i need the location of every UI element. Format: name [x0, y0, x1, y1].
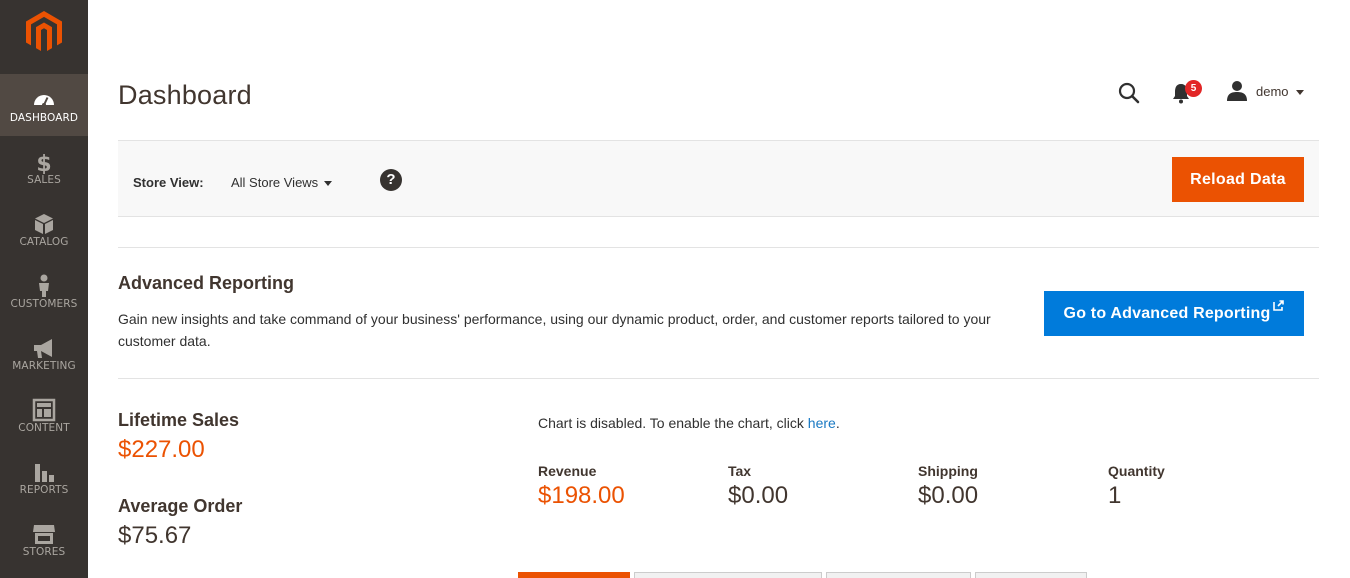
dollar-icon: $ — [36, 152, 51, 174]
average-order-value: $75.67 — [118, 522, 192, 549]
search-icon[interactable] — [1117, 81, 1141, 105]
sidebar-item-label: SALES — [27, 174, 61, 186]
section-divider — [118, 378, 1319, 379]
chevron-down-icon[interactable] — [324, 181, 332, 186]
quantity-label: Quantity — [1108, 463, 1165, 479]
magento-logo-icon[interactable] — [26, 11, 62, 53]
dashboard-icon — [34, 95, 54, 107]
user-icon[interactable] — [1226, 80, 1248, 102]
chart-notice-suffix: . — [835, 415, 840, 431]
page-title: Dashboard — [118, 80, 252, 110]
box-icon — [35, 214, 53, 234]
sidebar-item-marketing[interactable]: MARKETING — [0, 322, 88, 384]
lifetime-sales-value: $227.00 — [118, 436, 205, 463]
person-icon — [39, 274, 49, 297]
shipping-value: $0.00 — [918, 482, 979, 509]
lifetime-sales-label: Lifetime Sales — [118, 410, 240, 430]
sidebar-item-label: DASHBOARD — [9, 112, 79, 124]
revenue-value: $198.00 — [538, 482, 625, 509]
chevron-down-icon[interactable] — [1296, 90, 1304, 95]
tax-label: Tax — [728, 463, 752, 479]
dashboard-tab[interactable] — [826, 572, 971, 578]
store-view-toolbar: Store View: All Store Views ? Reload Dat… — [118, 140, 1319, 217]
sidebar-item-sales[interactable]: $ SALES — [0, 136, 88, 198]
sidebar-item-reports[interactable]: REPORTS — [0, 446, 88, 508]
chart-disabled-notice: Chart is disabled. To enable the chart, … — [538, 415, 840, 431]
quantity-value: 1 — [1108, 482, 1122, 509]
svg-text:$: $ — [36, 152, 51, 174]
sidebar-item-customers[interactable]: CUSTOMERS — [0, 260, 88, 322]
sidebar-item-label: CONTENT — [18, 422, 70, 434]
sidebar-item-label: REPORTS — [19, 484, 69, 496]
revenue-label: Revenue — [538, 463, 597, 479]
help-icon[interactable]: ? — [380, 169, 402, 191]
sidebar-item-catalog[interactable]: CATALOG — [0, 198, 88, 260]
store-view-switcher[interactable]: All Store Views — [231, 175, 318, 190]
chart-notice-text: Chart is disabled. To enable the chart, … — [538, 415, 808, 431]
tax-value: $0.00 — [728, 482, 789, 509]
bar-chart-icon — [35, 464, 54, 482]
sidebar-item-stores[interactable]: STORES — [0, 508, 88, 570]
external-link-icon — [1273, 300, 1285, 311]
section-divider — [118, 247, 1319, 248]
advanced-reporting-title: Advanced Reporting — [118, 273, 295, 293]
enable-chart-link[interactable]: here — [808, 415, 836, 431]
sidebar-item-label: STORES — [22, 546, 66, 558]
dashboard-tab[interactable] — [975, 572, 1087, 578]
storefront-icon — [33, 525, 55, 544]
admin-sidebar: DASHBOARD $ SALES CATALOG CUSTOMERS MARK… — [0, 0, 88, 578]
dashboard-tab[interactable] — [634, 572, 822, 578]
notification-count-badge[interactable]: 5 — [1185, 80, 1202, 97]
go-to-advanced-reporting-button[interactable]: Go to Advanced Reporting — [1044, 291, 1304, 336]
layout-icon — [32, 398, 56, 422]
admin-user-menu[interactable]: demo — [1256, 84, 1289, 99]
button-label: Go to Advanced Reporting — [1063, 305, 1271, 322]
shipping-label: Shipping — [918, 463, 978, 479]
average-order-label: Average Order — [118, 496, 243, 516]
sidebar-item-dashboard[interactable]: DASHBOARD — [0, 74, 88, 136]
advanced-reporting-description: Gain new insights and take command of yo… — [118, 311, 991, 349]
sidebar-item-content[interactable]: CONTENT — [0, 384, 88, 446]
sidebar-item-label: CUSTOMERS — [10, 298, 78, 310]
reload-data-button[interactable]: Reload Data — [1172, 157, 1304, 202]
sidebar-item-label: MARKETING — [12, 360, 76, 372]
megaphone-icon — [34, 339, 52, 358]
sidebar-item-label: CATALOG — [19, 236, 69, 248]
dashboard-tab[interactable] — [518, 572, 630, 578]
store-view-label: Store View: — [133, 175, 204, 190]
